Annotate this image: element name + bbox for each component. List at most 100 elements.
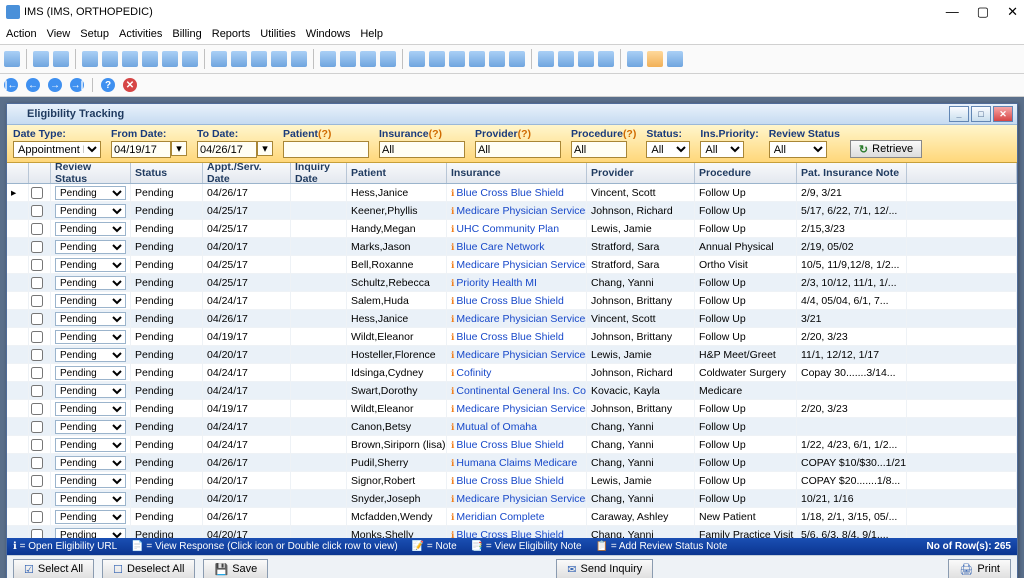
- row-checkbox[interactable]: [31, 439, 43, 451]
- cell-insurance[interactable]: Blue Cross Blue Shield: [447, 472, 587, 489]
- table-row[interactable]: 9PendingPending04/19/17Wildt,EleanorBlue…: [7, 328, 1017, 346]
- table-row[interactable]: 17PendingPending04/20/17Signor,RobertBlu…: [7, 472, 1017, 490]
- toolbar-icon[interactable]: [360, 51, 376, 67]
- menu-windows[interactable]: Windows: [306, 28, 351, 40]
- col-provider[interactable]: Provider: [587, 163, 695, 183]
- cell-insurance[interactable]: Priority Health MI: [447, 274, 587, 291]
- toolbar-icon[interactable]: [380, 51, 396, 67]
- cell-insurance[interactable]: Medicare Physician Services: [447, 490, 587, 507]
- procedure-input[interactable]: [571, 141, 627, 158]
- nav-next-icon[interactable]: →: [48, 78, 62, 92]
- toolbar-icon[interactable]: [53, 51, 69, 67]
- row-checkbox[interactable]: [31, 475, 43, 487]
- cell-reviewstatus[interactable]: Pending: [51, 436, 131, 453]
- cell-insurance[interactable]: Meridian Complete: [447, 508, 587, 525]
- row-checkbox[interactable]: [31, 385, 43, 397]
- toolbar-icon[interactable]: [340, 51, 356, 67]
- nav-close-icon[interactable]: ✕: [123, 78, 137, 92]
- col-patient[interactable]: Patient: [347, 163, 447, 183]
- row-checkbox[interactable]: [31, 205, 43, 217]
- cell-insurance[interactable]: Continental General Ins. Company: [447, 382, 587, 399]
- save-button[interactable]: 💾Save: [203, 559, 268, 578]
- insurance-link[interactable]: Medicare Physician Services: [451, 259, 587, 271]
- child-minimize-button[interactable]: _: [949, 106, 969, 122]
- menu-setup[interactable]: Setup: [80, 28, 109, 40]
- minimize-button[interactable]: —: [946, 4, 959, 20]
- table-row[interactable]: ▸1PendingPending04/26/17Hess,JaniceBlue …: [7, 184, 1017, 202]
- row-checkbox[interactable]: [31, 367, 43, 379]
- table-row[interactable]: 5PendingPending04/25/17Bell,RoxanneMedic…: [7, 256, 1017, 274]
- toolbar-icon[interactable]: [122, 51, 138, 67]
- table-row[interactable]: 2PendingPending04/25/17Keener,PhyllisMed…: [7, 202, 1017, 220]
- toolbar-icon[interactable]: [647, 51, 663, 67]
- reviewstatus-select[interactable]: All: [769, 141, 827, 158]
- insurance-link[interactable]: Mutual of Omaha: [451, 421, 537, 433]
- toolbar-icon[interactable]: [489, 51, 505, 67]
- row-checkbox[interactable]: [31, 403, 43, 415]
- nav-last-icon[interactable]: →|: [70, 78, 84, 92]
- table-row[interactable]: 10PendingPending04/20/17Hosteller,Floren…: [7, 346, 1017, 364]
- cell-insurance[interactable]: Medicare Physician Services: [447, 310, 587, 327]
- menu-action[interactable]: Action: [6, 28, 37, 40]
- table-row[interactable]: 15PendingPending04/24/17Brown,Siriporn (…: [7, 436, 1017, 454]
- insurance-link[interactable]: Cofinity: [451, 367, 491, 379]
- reviewstatus-dropdown[interactable]: Pending: [55, 240, 126, 254]
- reviewstatus-dropdown[interactable]: Pending: [55, 348, 126, 362]
- to-date-input[interactable]: [197, 141, 257, 158]
- reviewstatus-dropdown[interactable]: Pending: [55, 294, 126, 308]
- row-checkbox[interactable]: [31, 259, 43, 271]
- reviewstatus-dropdown[interactable]: Pending: [55, 330, 126, 344]
- toolbar-icon[interactable]: [231, 51, 247, 67]
- col-status[interactable]: Status: [131, 163, 203, 183]
- print-button[interactable]: 🖨Print: [948, 559, 1011, 578]
- cell-insurance[interactable]: Medicare Physician Services: [447, 202, 587, 219]
- cell-insurance[interactable]: Mutual of Omaha: [447, 418, 587, 435]
- reviewstatus-dropdown[interactable]: Pending: [55, 276, 126, 290]
- reviewstatus-dropdown[interactable]: Pending: [55, 384, 126, 398]
- col-extra[interactable]: [907, 163, 1017, 183]
- row-checkbox[interactable]: [31, 313, 43, 325]
- toolbar-icon[interactable]: [538, 51, 554, 67]
- cell-insurance[interactable]: Blue Cross Blue Shield: [447, 328, 587, 345]
- insurance-link[interactable]: Priority Health MI: [451, 277, 537, 289]
- child-close-button[interactable]: ✕: [993, 106, 1013, 122]
- toolbar-icon[interactable]: [558, 51, 574, 67]
- insurance-link[interactable]: Blue Cross Blue Shield: [451, 475, 564, 487]
- table-row[interactable]: 4PendingPending04/20/17Marks,JasonBlue C…: [7, 238, 1017, 256]
- cell-reviewstatus[interactable]: Pending: [51, 490, 131, 507]
- cell-reviewstatus[interactable]: Pending: [51, 526, 131, 538]
- insurance-link[interactable]: Medicare Physician Services: [451, 493, 587, 505]
- row-checkbox[interactable]: [31, 277, 43, 289]
- cell-insurance[interactable]: Cofinity: [447, 364, 587, 381]
- toolbar-icon[interactable]: [182, 51, 198, 67]
- col-insurance[interactable]: Insurance: [447, 163, 587, 183]
- col-apptdate[interactable]: Appt./Serv. Date: [203, 163, 291, 183]
- reviewstatus-dropdown[interactable]: Pending: [55, 456, 126, 470]
- row-checkbox[interactable]: [31, 187, 43, 199]
- insurance-link[interactable]: Medicare Physician Services: [451, 403, 587, 415]
- cell-insurance[interactable]: Humana Claims Medicare: [447, 454, 587, 471]
- cell-reviewstatus[interactable]: Pending: [51, 220, 131, 237]
- nav-prev-icon[interactable]: ←: [26, 78, 40, 92]
- insurance-link[interactable]: Blue Cross Blue Shield: [451, 295, 564, 307]
- reviewstatus-dropdown[interactable]: Pending: [55, 528, 126, 539]
- row-checkbox[interactable]: [31, 295, 43, 307]
- menu-reports[interactable]: Reports: [212, 28, 251, 40]
- insurance-input[interactable]: [379, 141, 465, 158]
- cell-reviewstatus[interactable]: Pending: [51, 508, 131, 525]
- row-checkbox[interactable]: [31, 421, 43, 433]
- row-checkbox[interactable]: [31, 529, 43, 539]
- cell-reviewstatus[interactable]: Pending: [51, 364, 131, 381]
- cell-insurance[interactable]: Blue Cross Blue Shield: [447, 292, 587, 309]
- col-check[interactable]: [29, 163, 51, 183]
- toolbar-icon[interactable]: [33, 51, 49, 67]
- cell-insurance[interactable]: Blue Cross Blue Shield: [447, 526, 587, 538]
- table-row[interactable]: 11PendingPending04/24/17Idsinga,CydneyCo…: [7, 364, 1017, 382]
- row-checkbox[interactable]: [31, 241, 43, 253]
- cell-reviewstatus[interactable]: Pending: [51, 202, 131, 219]
- insurance-link[interactable]: Medicare Physician Services: [451, 313, 587, 325]
- cell-insurance[interactable]: UHC Community Plan: [447, 220, 587, 237]
- toolbar-icon[interactable]: [409, 51, 425, 67]
- reviewstatus-dropdown[interactable]: Pending: [55, 258, 126, 272]
- toolbar-icon[interactable]: [102, 51, 118, 67]
